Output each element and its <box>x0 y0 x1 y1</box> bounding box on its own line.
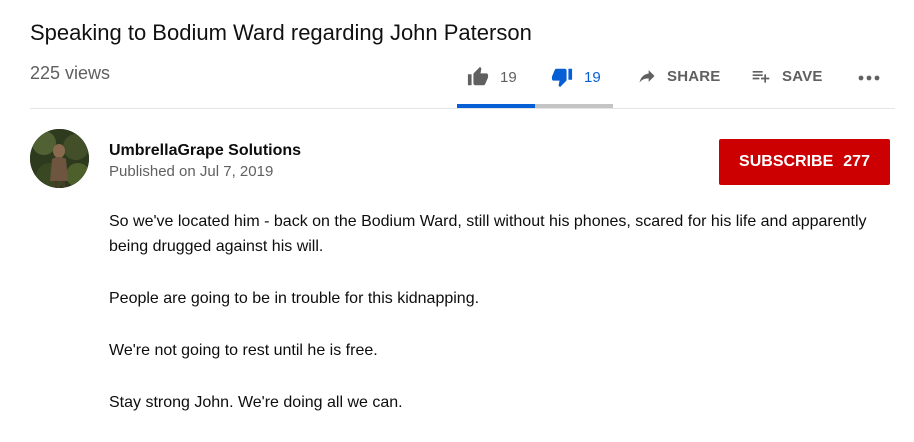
subscribe-button[interactable]: SUBSCRIBE 277 <box>719 139 890 185</box>
description-paragraph: Stay strong John. We're doing all we can… <box>109 394 403 411</box>
channel-name[interactable]: UmbrellaGrape Solutions <box>109 142 301 160</box>
thumbs-down-icon <box>551 68 573 88</box>
share-button[interactable]: SHARE <box>637 66 721 86</box>
more-actions-button[interactable] <box>856 67 882 87</box>
thumbs-up-icon <box>467 66 489 86</box>
save-label: SAVE <box>782 67 823 85</box>
video-title: Speaking to Bodium Ward regarding John P… <box>30 20 532 45</box>
description-paragraph: People are going to be in trouble for th… <box>109 290 480 307</box>
channel-avatar[interactable] <box>30 129 89 188</box>
section-divider <box>30 108 895 109</box>
description-paragraph: So we've located him - back on the Bodiu… <box>109 213 867 255</box>
like-count: 19 <box>500 68 517 86</box>
subscriber-count: 277 <box>843 153 870 170</box>
share-arrow-icon <box>639 70 655 83</box>
dislike-count: 19 <box>584 68 601 86</box>
save-button[interactable]: SAVE <box>750 66 823 86</box>
like-button[interactable]: 19 <box>466 66 517 88</box>
description-paragraph: We're not going to rest until he is free… <box>109 342 378 359</box>
publish-date: Published on Jul 7, 2019 <box>109 163 274 180</box>
share-label: SHARE <box>667 67 721 85</box>
dislike-button[interactable]: 19 <box>550 66 601 88</box>
video-description: So we've located him - back on the Bodiu… <box>109 209 869 442</box>
more-horizontal-icon <box>858 75 880 81</box>
avatar-image <box>30 129 89 188</box>
playlist-add-icon <box>752 71 770 83</box>
subscribe-label: SUBSCRIBE <box>739 153 834 170</box>
view-count: 225 views <box>30 63 111 83</box>
